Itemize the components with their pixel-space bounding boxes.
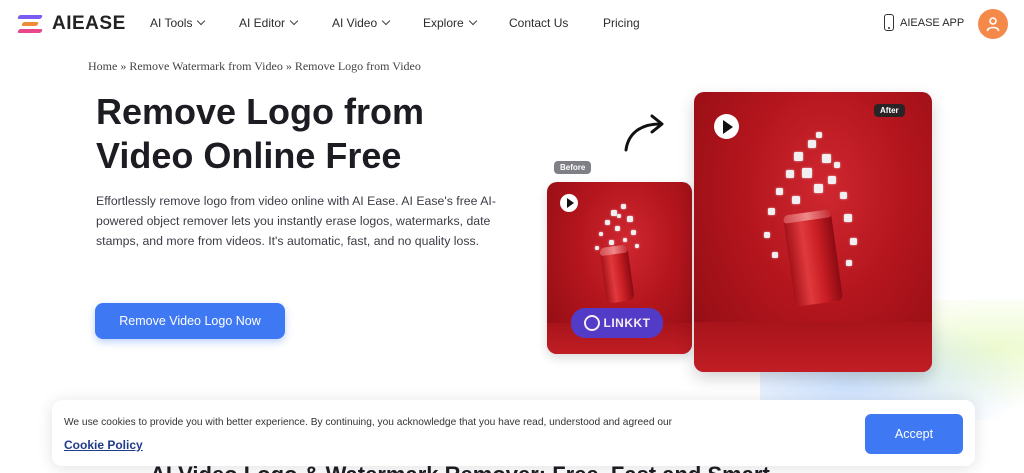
title-line-1: Remove Logo from <box>96 91 425 132</box>
watermark-logo-icon <box>583 315 600 331</box>
breadcrumb-home[interactable]: Home <box>88 59 117 73</box>
soda-can <box>599 244 635 304</box>
nav-ai-tools[interactable]: AI Tools <box>150 16 206 30</box>
cookie-message: We use cookies to provide you with bette… <box>64 417 673 428</box>
nav-label: Contact Us <box>509 16 569 30</box>
nav-ai-editor[interactable]: AI Editor <box>239 16 299 30</box>
top-nav: AIEASE AI Tools AI Editor AI Video Explo… <box>0 0 1024 48</box>
chevron-down-icon <box>468 16 477 26</box>
breadcrumb-remove-watermark[interactable]: Remove Watermark from Video <box>129 59 283 73</box>
nav-pricing[interactable]: Pricing <box>603 16 640 30</box>
nav-label: AI Tools <box>150 16 193 30</box>
page: AIEASE AI Tools AI Editor AI Video Explo… <box>0 0 1024 473</box>
app-download-link[interactable]: AIEASE APP <box>884 14 964 31</box>
nav-label: Explore <box>423 16 464 30</box>
user-icon <box>986 17 1000 32</box>
soda-can <box>782 209 844 307</box>
phone-icon <box>884 14 894 31</box>
page-title: Remove Logo from Video Online Free <box>96 90 516 178</box>
title-line-2: Video Online Free <box>96 135 402 176</box>
remove-video-logo-button[interactable]: Remove Video Logo Now <box>95 303 285 339</box>
nav-label: AI Video <box>332 16 378 30</box>
logo-mark-icon <box>17 14 46 34</box>
accept-cookies-button[interactable]: Accept <box>865 414 963 454</box>
hero-description: Effortlessly remove logo from video onli… <box>96 194 496 248</box>
chevron-down-icon <box>381 16 391 26</box>
nav-label: Pricing <box>603 16 640 30</box>
breadcrumb: Home » Remove Watermark from Video » Rem… <box>88 59 421 74</box>
curved-arrow-icon <box>624 114 664 152</box>
avatar[interactable] <box>978 9 1008 39</box>
brand-logo[interactable]: AIEASE <box>17 13 126 35</box>
nav-explore[interactable]: Explore <box>423 16 477 30</box>
chevron-down-icon <box>197 16 206 26</box>
nav-contact-us[interactable]: Contact Us <box>509 16 568 30</box>
chevron-down-icon <box>289 16 299 26</box>
play-icon[interactable] <box>714 114 739 139</box>
breadcrumb-separator: » <box>285 59 292 73</box>
breadcrumb-current: Remove Logo from Video <box>294 59 421 73</box>
after-video-preview[interactable] <box>694 92 932 372</box>
after-label: After <box>874 104 905 117</box>
play-icon[interactable] <box>560 194 578 212</box>
watermark-text: LINKKT <box>603 316 651 330</box>
app-label: AIEASE APP <box>900 16 965 29</box>
logo-text: AIEASE <box>52 13 126 34</box>
breadcrumb-separator: » <box>120 59 127 73</box>
cookie-banner: We use cookies to provide you with bette… <box>52 400 975 466</box>
before-label: Before <box>554 161 592 174</box>
logo-watermark: LINKKT <box>571 308 663 338</box>
cookie-policy-link[interactable]: Cookie Policy <box>64 438 143 452</box>
next-section-heading: AI Video Logo & Watermark Remover: Free,… <box>150 462 770 473</box>
nav-label: AI Editor <box>239 16 286 30</box>
nav-ai-video[interactable]: AI Video <box>332 16 391 30</box>
